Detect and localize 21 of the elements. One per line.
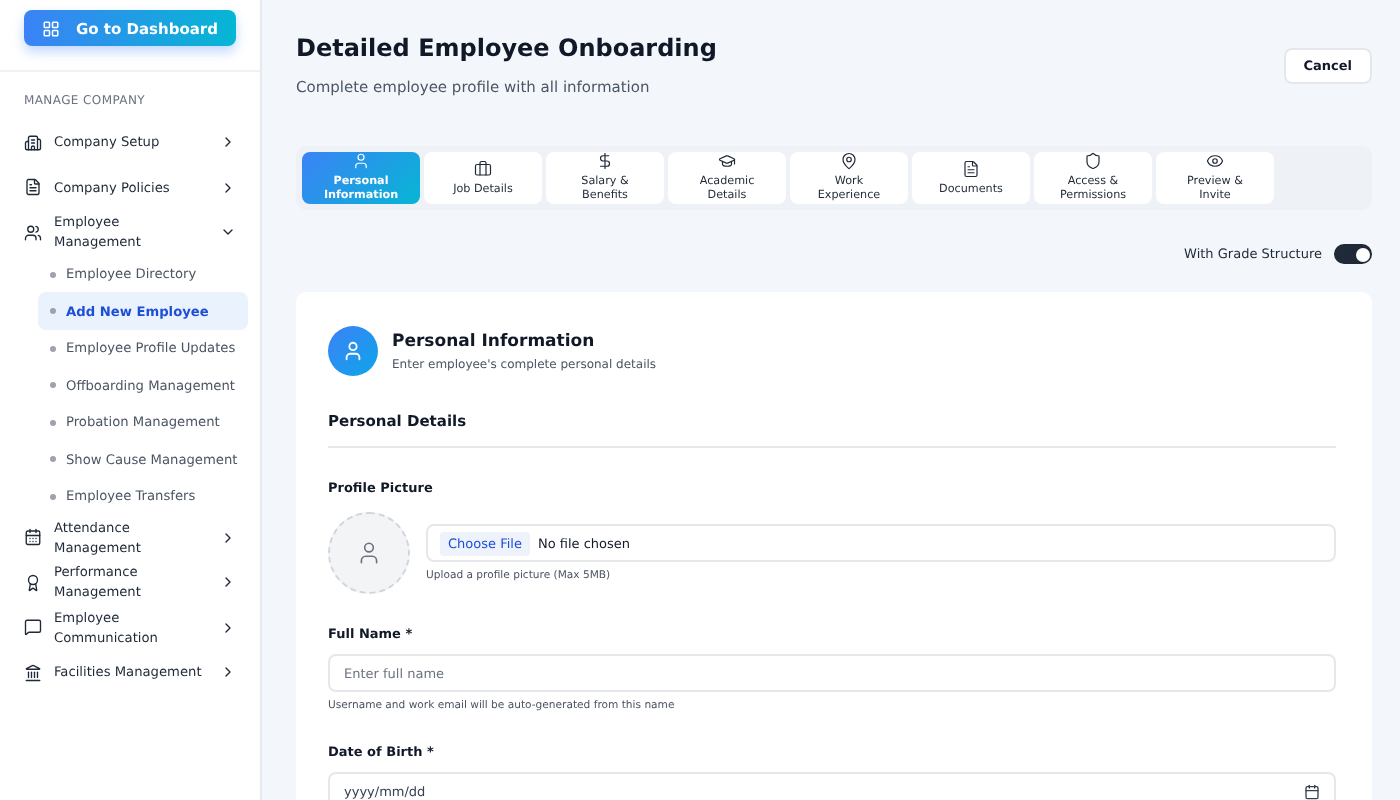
dollar-icon [596,152,614,170]
document-icon [962,159,980,177]
eye-icon [1206,152,1224,170]
map-pin-icon [840,152,858,170]
chevron-icon[interactable] [220,619,236,636]
grade-switch[interactable] [1334,244,1372,264]
user-icon [352,152,370,170]
page-title: Detailed Employee Onboarding [296,34,717,62]
chevron-icon[interactable] [220,574,236,591]
briefcase-icon [474,159,492,177]
shield-icon [1084,152,1102,170]
grid-icon [41,19,60,37]
chevron-icon[interactable] [220,529,236,546]
graduation-cap-icon [718,152,736,170]
chevron-icon[interactable] [220,664,236,681]
avatar-placeholder [328,512,410,594]
chevron-icon[interactable] [220,134,236,151]
chevron-icon[interactable] [220,179,236,196]
card-title: Personal Information [392,331,597,351]
calendar-icon[interactable] [1304,783,1320,799]
user-icon [328,326,378,376]
